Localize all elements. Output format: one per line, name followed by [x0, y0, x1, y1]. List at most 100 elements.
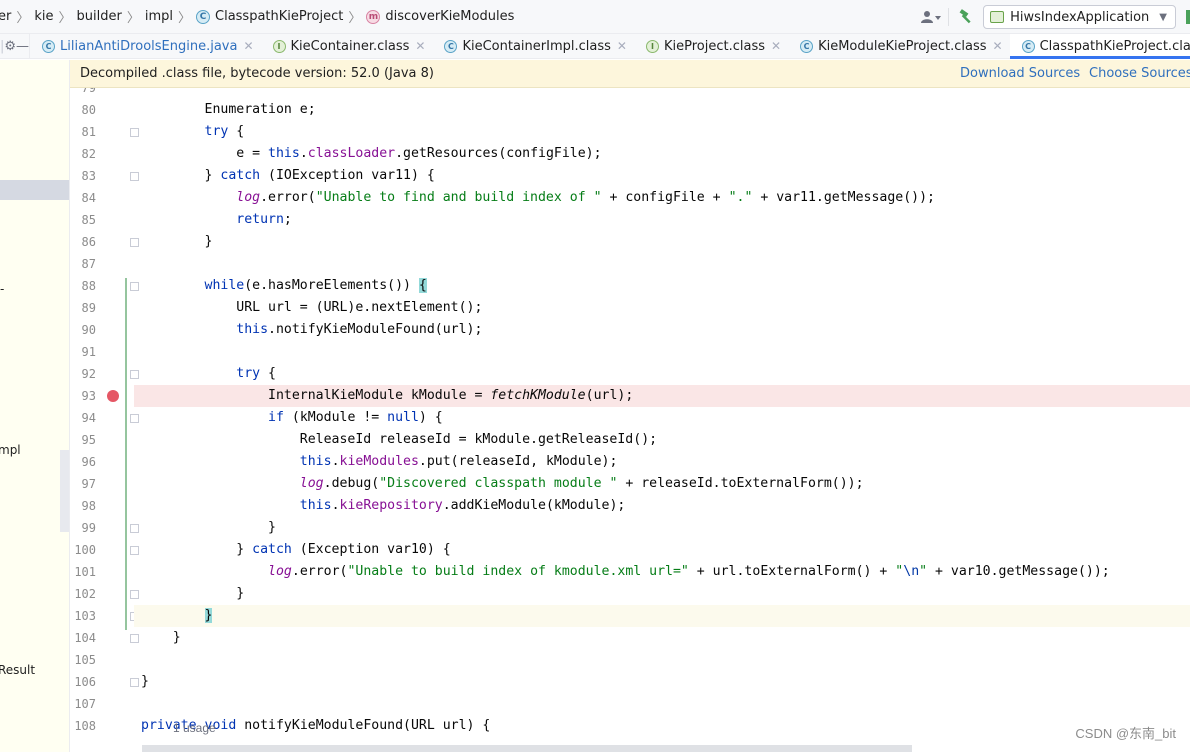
code-line[interactable]: return;: [134, 209, 1190, 231]
breadcrumb-item[interactable]: er: [0, 0, 11, 34]
run-icon[interactable]: [1186, 10, 1190, 24]
horizontal-scrollbar[interactable]: [142, 745, 912, 752]
code-line[interactable]: this.kieRepository.addKieModule(kModule)…: [134, 495, 1190, 517]
hammer-icon[interactable]: [953, 4, 979, 30]
breadcrumb-item-method[interactable]: m discoverKieModules: [366, 0, 514, 34]
line-number[interactable]: 79: [70, 88, 96, 99]
code-editor[interactable]: 79 80 81 82 83 84 85 86 87 88 89 90 91 92 93 94 95 96 97 98…: [70, 88, 1190, 752]
code-line[interactable]: }: [134, 627, 1190, 649]
choose-sources-link[interactable]: Choose Sources...: [1089, 66, 1190, 81]
line-number[interactable]: 82: [70, 143, 96, 165]
line-number[interactable]: 93: [70, 385, 96, 407]
line-number[interactable]: 84: [70, 187, 96, 209]
code-line[interactable]: while(e.hasMoreElements()) {: [134, 275, 1190, 297]
code-line[interactable]: }: [134, 671, 1190, 693]
line-number[interactable]: 87: [70, 253, 96, 275]
line-number[interactable]: 88: [70, 275, 96, 297]
tab-kie-module-kie-project[interactable]: C KieModuleKieProject.class ✕: [788, 34, 1010, 58]
line-number[interactable]: 108: [70, 715, 96, 737]
breadcrumb-item[interactable]: builder: [77, 0, 122, 34]
code-line[interactable]: log.debug("Discovered classpath module "…: [134, 473, 1190, 495]
breakpoint-icon[interactable]: [107, 390, 119, 402]
line-number[interactable]: 91: [70, 341, 96, 363]
line-number[interactable]: 85: [70, 209, 96, 231]
close-icon[interactable]: ✕: [617, 39, 627, 53]
line-number[interactable]: 101: [70, 561, 96, 583]
tab-kie-container-impl[interactable]: C KieContainerImpl.class ✕: [432, 34, 634, 58]
line-number[interactable]: 80: [70, 99, 96, 121]
line-number[interactable]: 94: [70, 407, 96, 429]
line-number[interactable]: 104: [70, 627, 96, 649]
tree-item[interactable]: -: [0, 282, 4, 296]
breadcrumb-item[interactable]: kie: [34, 0, 53, 34]
code-line[interactable]: [134, 88, 1190, 99]
usage-hint[interactable]: 1 usage: [173, 721, 216, 735]
code-line[interactable]: }: [134, 583, 1190, 605]
line-number[interactable]: 99: [70, 517, 96, 539]
code-line[interactable]: } catch (IOException var11) {: [134, 165, 1190, 187]
close-icon[interactable]: ✕: [415, 39, 425, 53]
code-line[interactable]: this.notifyKieModuleFound(url);: [134, 319, 1190, 341]
breadcrumb-item[interactable]: impl: [145, 0, 173, 34]
line-number[interactable]: 100: [70, 539, 96, 561]
code-line[interactable]: [134, 253, 1190, 275]
code-line[interactable]: ReleaseId releaseId = kModule.getRelease…: [134, 429, 1190, 451]
line-number[interactable]: 97: [70, 473, 96, 495]
code-area[interactable]: Enumeration e; try { e = this.classLoade…: [134, 88, 1190, 752]
tab-kie-container[interactable]: I KieContainer.class ✕: [261, 34, 433, 58]
interface-icon: I: [272, 39, 286, 53]
scrollbar[interactable]: [60, 450, 69, 532]
line-number[interactable]: 106: [70, 671, 96, 693]
code-line[interactable]: private void notifyKieModuleFound(URL ur…: [134, 715, 1190, 737]
breadcrumb-label: kie: [34, 9, 54, 24]
code-line[interactable]: if (kModule != null) {: [134, 407, 1190, 429]
method-icon: m: [366, 9, 381, 24]
line-number[interactable]: 105: [70, 649, 96, 671]
code-line[interactable]: try {: [134, 121, 1190, 143]
tab-lilian-anti-drools-engine[interactable]: C LilianAntiDroolsEngine.java ✕: [30, 34, 260, 58]
code-line[interactable]: }: [134, 517, 1190, 539]
minimize-icon[interactable]: —: [16, 39, 29, 54]
line-number[interactable]: 90: [70, 319, 96, 341]
code-line[interactable]: this.kieModules.put(releaseId, kModule);: [134, 451, 1190, 473]
run-configuration-select[interactable]: HiwsIndexApplication ▼: [983, 5, 1176, 29]
code-line[interactable]: e = this.classLoader.getResources(config…: [134, 143, 1190, 165]
line-number[interactable]: 102: [70, 583, 96, 605]
code-line[interactable]: }: [134, 605, 1190, 627]
line-number[interactable]: 81: [70, 121, 96, 143]
tab-kie-project[interactable]: I KieProject.class ✕: [634, 34, 788, 58]
line-number[interactable]: 98: [70, 495, 96, 517]
download-sources-link[interactable]: Download Sources: [960, 66, 1080, 81]
breadcrumb-item-class[interactable]: C ClasspathKieProject: [196, 0, 343, 34]
code-line[interactable]: Enumeration e;: [134, 99, 1190, 121]
selected-tree-row[interactable]: [0, 180, 69, 200]
code-line[interactable]: URL url = (URL)e.nextElement();: [134, 297, 1190, 319]
code-line[interactable]: try {: [134, 363, 1190, 385]
code-line[interactable]: } catch (Exception var10) {: [134, 539, 1190, 561]
close-icon[interactable]: ✕: [993, 39, 1003, 53]
class-icon: C: [444, 39, 458, 53]
line-number[interactable]: 103: [70, 605, 96, 627]
code-line[interactable]: log.error("Unable to find and build inde…: [134, 187, 1190, 209]
line-number[interactable]: 92: [70, 363, 96, 385]
code-line[interactable]: InternalKieModule kModule = fetchKModule…: [134, 385, 1190, 407]
close-icon[interactable]: ✕: [771, 39, 781, 53]
line-number[interactable]: 96: [70, 451, 96, 473]
close-icon[interactable]: ✕: [243, 39, 253, 53]
code-line[interactable]: [134, 693, 1190, 715]
editor-gutter[interactable]: 79 80 81 82 83 84 85 86 87 88 89 90 91 92 93 94 95 96 97 98…: [70, 88, 139, 752]
code-line[interactable]: }: [134, 231, 1190, 253]
line-number[interactable]: 107: [70, 693, 96, 715]
tab-classpath-kie-project[interactable]: C ClasspathKieProject.class ✕: [1009, 34, 1190, 59]
line-number[interactable]: 89: [70, 297, 96, 319]
tree-item-label[interactable]: mpl: [0, 443, 21, 457]
code-line[interactable]: log.error("Unable to build index of kmod…: [134, 561, 1190, 583]
code-line[interactable]: [134, 649, 1190, 671]
line-number[interactable]: 95: [70, 429, 96, 451]
line-number[interactable]: 86: [70, 231, 96, 253]
line-number[interactable]: 83: [70, 165, 96, 187]
gear-icon[interactable]: ⚙: [4, 39, 16, 54]
user-icon[interactable]: [918, 4, 944, 30]
code-line[interactable]: [134, 341, 1190, 363]
tree-item-label[interactable]: Result: [0, 663, 35, 677]
